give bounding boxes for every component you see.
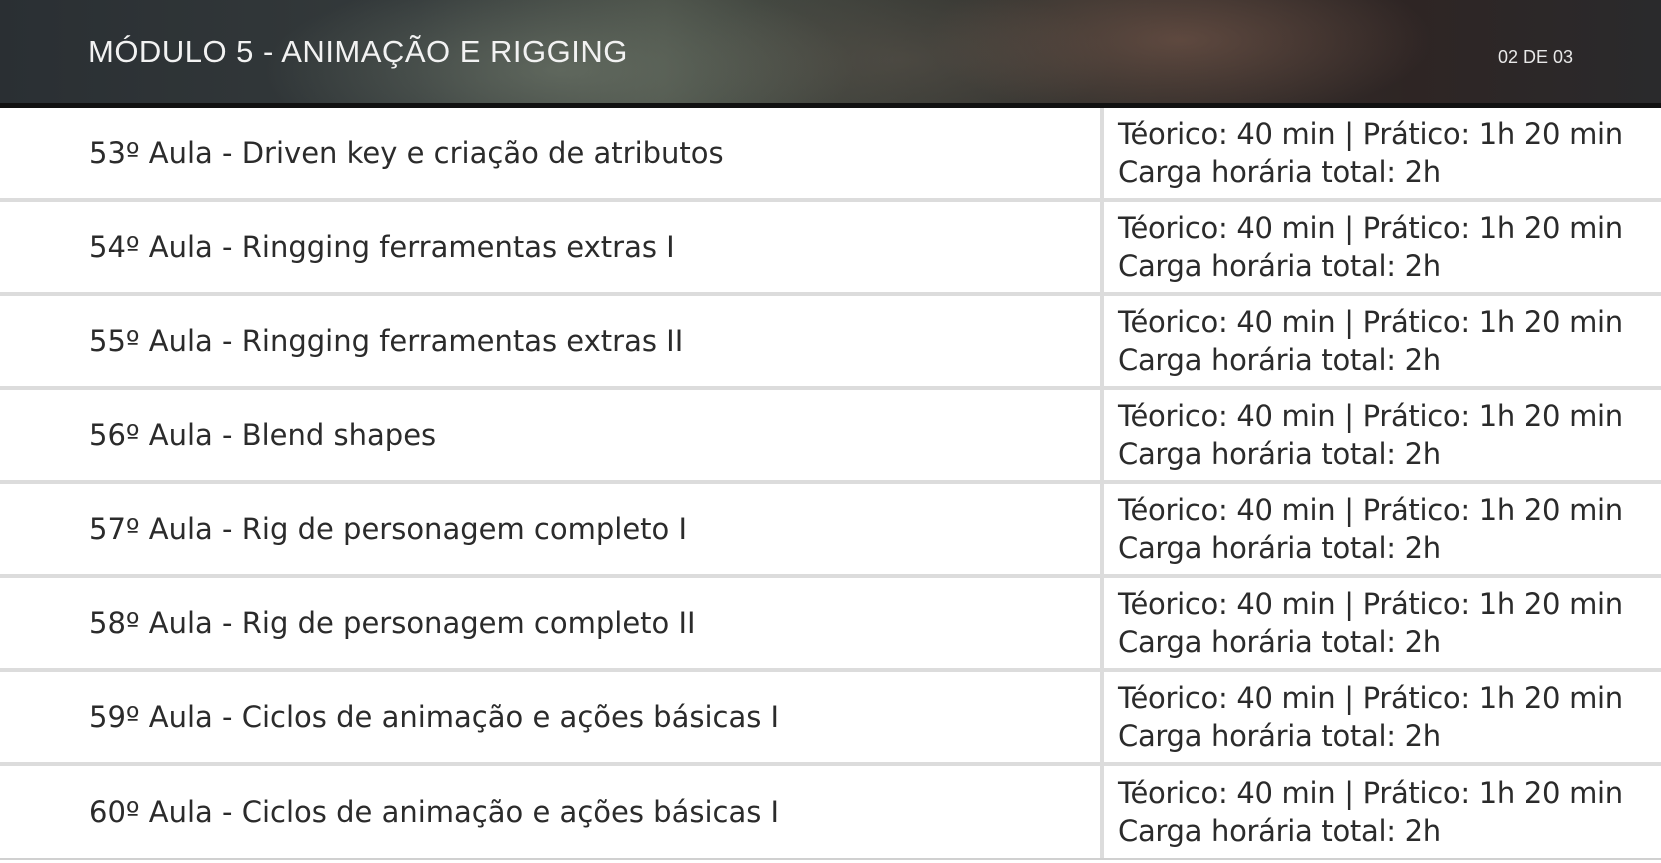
duration-breakdown: Téorico: 40 min | Prático: 1h 20 min xyxy=(1118,305,1623,339)
total-workload: Carga horária total: 2h xyxy=(1118,814,1441,848)
lesson-duration: Téorico: 40 min | Prático: 1h 20 min Car… xyxy=(1104,484,1661,574)
duration-breakdown: Téorico: 40 min | Prático: 1h 20 min xyxy=(1118,211,1623,245)
lesson-title: 57º Aula - Rig de personagem completo I xyxy=(0,484,1104,574)
lesson-duration: Téorico: 40 min | Prático: 1h 20 min Car… xyxy=(1104,578,1661,668)
duration-breakdown: Téorico: 40 min | Prático: 1h 20 min xyxy=(1118,587,1623,621)
lesson-title: 53º Aula - Driven key e criação de atrib… xyxy=(0,108,1104,198)
table-row: 53º Aula - Driven key e criação de atrib… xyxy=(0,108,1661,202)
lesson-duration: Téorico: 40 min | Prático: 1h 20 min Car… xyxy=(1104,202,1661,292)
total-workload: Carga horária total: 2h xyxy=(1118,249,1441,283)
total-workload: Carga horária total: 2h xyxy=(1118,719,1441,753)
lesson-duration: Téorico: 40 min | Prático: 1h 20 min Car… xyxy=(1104,296,1661,386)
page: MÓDULO 5 - ANIMAÇÃO E RIGGING 02 DE 03 5… xyxy=(0,0,1661,863)
table-row: 56º Aula - Blend shapes Téorico: 40 min … xyxy=(0,390,1661,484)
duration-breakdown: Téorico: 40 min | Prático: 1h 20 min xyxy=(1118,117,1623,151)
lessons-table: 53º Aula - Driven key e criação de atrib… xyxy=(0,108,1661,863)
total-workload: Carga horária total: 2h xyxy=(1118,343,1441,377)
lesson-title: 58º Aula - Rig de personagem completo II xyxy=(0,578,1104,668)
table-row: 54º Aula - Ringging ferramentas extras I… xyxy=(0,202,1661,296)
lesson-duration: Téorico: 40 min | Prático: 1h 20 min Car… xyxy=(1104,766,1661,858)
lesson-duration: Téorico: 40 min | Prático: 1h 20 min Car… xyxy=(1104,108,1661,198)
table-row: 59º Aula - Ciclos de animação e ações bá… xyxy=(0,672,1661,766)
table-row: 60º Aula - Ciclos de animação e ações bá… xyxy=(0,766,1661,860)
duration-breakdown: Téorico: 40 min | Prático: 1h 20 min xyxy=(1118,681,1623,715)
lesson-title: 54º Aula - Ringging ferramentas extras I xyxy=(0,202,1104,292)
table-row: 55º Aula - Ringging ferramentas extras I… xyxy=(0,296,1661,390)
table-row: 58º Aula - Rig de personagem completo II… xyxy=(0,578,1661,672)
lesson-title: 59º Aula - Ciclos de animação e ações bá… xyxy=(0,672,1104,762)
total-workload: Carga horária total: 2h xyxy=(1118,437,1441,471)
module-title: MÓDULO 5 - ANIMAÇÃO E RIGGING xyxy=(88,34,628,69)
duration-breakdown: Téorico: 40 min | Prático: 1h 20 min xyxy=(1118,493,1623,527)
duration-breakdown: Téorico: 40 min | Prático: 1h 20 min xyxy=(1118,399,1623,433)
page-indicator: 02 DE 03 xyxy=(1497,47,1573,67)
total-workload: Carga horária total: 2h xyxy=(1118,531,1441,565)
lesson-title: 60º Aula - Ciclos de animação e ações bá… xyxy=(0,766,1104,858)
lesson-title: 56º Aula - Blend shapes xyxy=(0,390,1104,480)
total-workload: Carga horária total: 2h xyxy=(1118,155,1441,189)
duration-breakdown: Téorico: 40 min | Prático: 1h 20 min xyxy=(1118,776,1623,810)
module-header: MÓDULO 5 - ANIMAÇÃO E RIGGING 02 DE 03 xyxy=(0,0,1661,108)
table-row: 57º Aula - Rig de personagem completo I … xyxy=(0,484,1661,578)
lesson-duration: Téorico: 40 min | Prático: 1h 20 min Car… xyxy=(1104,672,1661,762)
total-workload: Carga horária total: 2h xyxy=(1118,625,1441,659)
lesson-duration: Téorico: 40 min | Prático: 1h 20 min Car… xyxy=(1104,390,1661,480)
lesson-title: 55º Aula - Ringging ferramentas extras I… xyxy=(0,296,1104,386)
